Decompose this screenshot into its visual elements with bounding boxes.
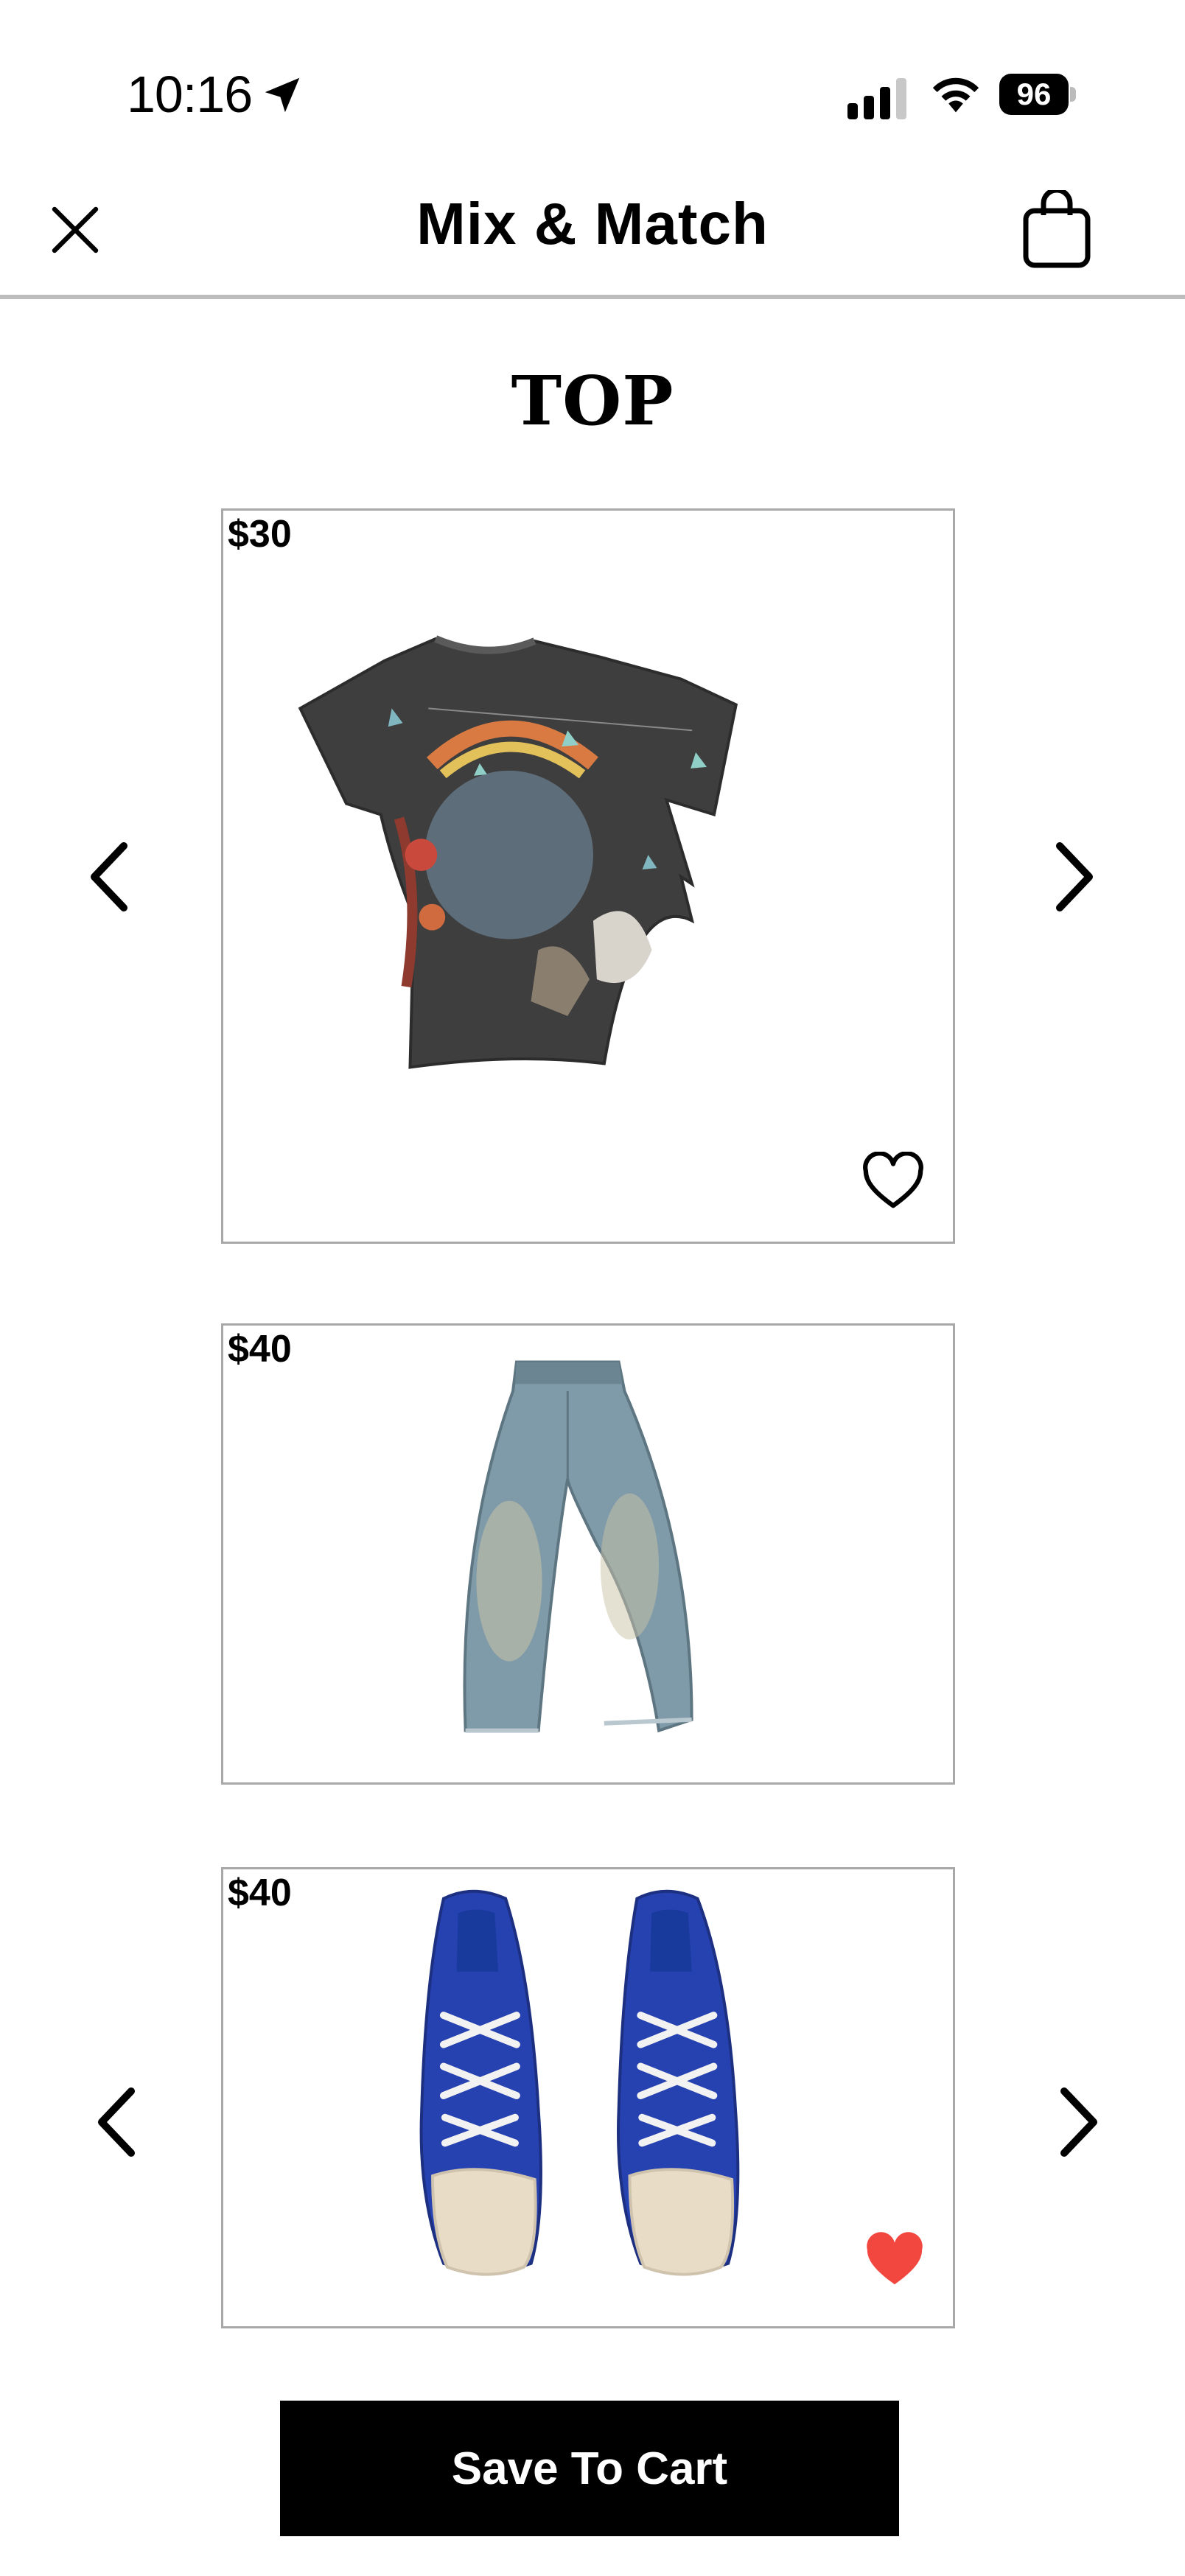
save-to-cart-button[interactable]: Save To Cart bbox=[280, 2401, 899, 2536]
product-card-shoes[interactable]: $40 bbox=[221, 1867, 955, 2328]
heart-outline-icon[interactable] bbox=[861, 1152, 925, 1211]
chevron-left-icon[interactable] bbox=[87, 2085, 146, 2159]
section-title: TOP bbox=[511, 361, 674, 441]
location-arrow-icon bbox=[265, 77, 300, 113]
shopping-bag-icon[interactable] bbox=[1021, 190, 1092, 270]
page-title: Mix & Match bbox=[416, 191, 769, 256]
battery-icon: 96 bbox=[999, 74, 1076, 115]
signal-icon bbox=[847, 78, 906, 119]
price-label: $40 bbox=[228, 1328, 292, 1371]
wifi-icon bbox=[932, 77, 979, 113]
chevron-right-icon[interactable] bbox=[1049, 2085, 1108, 2159]
sneakers-image bbox=[419, 1889, 740, 2276]
price-label: $30 bbox=[228, 513, 292, 556]
tshirt-image bbox=[298, 635, 738, 1069]
product-card-top[interactable]: $30 bbox=[221, 508, 955, 1244]
battery-cap bbox=[1070, 87, 1076, 102]
product-card-bottom[interactable]: $40 bbox=[221, 1323, 955, 1785]
jeans-image bbox=[463, 1360, 693, 1733]
header-divider bbox=[0, 295, 1185, 299]
heart-filled-icon[interactable] bbox=[863, 2230, 926, 2289]
battery-level: 96 bbox=[999, 74, 1069, 115]
status-time: 10:16 bbox=[127, 66, 253, 123]
chevron-left-icon[interactable] bbox=[80, 840, 139, 914]
price-label: $40 bbox=[228, 1872, 292, 1914]
chevron-right-icon[interactable] bbox=[1045, 840, 1104, 914]
